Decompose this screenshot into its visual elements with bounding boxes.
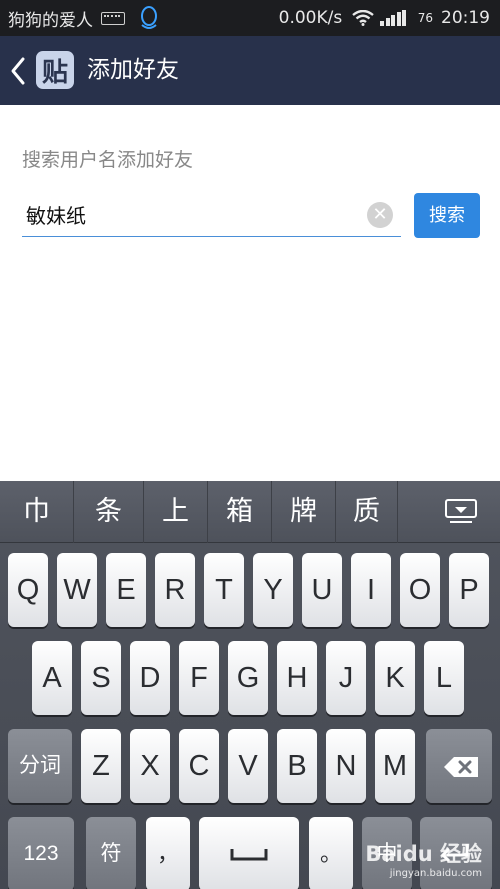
space-icon bbox=[230, 849, 268, 861]
key-p[interactable]: P bbox=[449, 553, 489, 627]
key-t[interactable]: T bbox=[204, 553, 244, 627]
soft-keyboard: 巾 条 上 箱 牌 质 Q W E R T Y U I O P A S D F … bbox=[0, 481, 500, 889]
key-w[interactable]: W bbox=[57, 553, 97, 627]
key-n[interactable]: N bbox=[326, 729, 366, 803]
key-d[interactable]: D bbox=[130, 641, 170, 715]
backspace-icon bbox=[444, 757, 478, 777]
segment-key[interactable]: 分词 bbox=[8, 729, 72, 803]
comma-key[interactable]: ， bbox=[146, 817, 190, 889]
back-icon[interactable] bbox=[8, 56, 28, 86]
key-e[interactable]: E bbox=[106, 553, 146, 627]
clear-icon[interactable]: ✕ bbox=[367, 202, 393, 228]
key-a[interactable]: A bbox=[32, 641, 72, 715]
key-l[interactable]: L bbox=[424, 641, 464, 715]
qq-penguin-icon bbox=[141, 6, 157, 29]
key-x[interactable]: X bbox=[130, 729, 170, 803]
key-k[interactable]: K bbox=[375, 641, 415, 715]
key-z[interactable]: Z bbox=[81, 729, 121, 803]
search-field[interactable]: ✕ bbox=[22, 194, 401, 237]
search-input[interactable] bbox=[22, 194, 352, 234]
app-header: 贴 添加好友 bbox=[0, 36, 500, 105]
search-hint-label: 搜索用户名添加好友 bbox=[22, 149, 194, 171]
candidate-item[interactable]: 牌 bbox=[272, 481, 336, 543]
key-f[interactable]: F bbox=[179, 641, 219, 715]
key-j[interactable]: J bbox=[326, 641, 366, 715]
notification-title: 狗狗的爱人 bbox=[8, 10, 93, 31]
status-bar: 狗狗的爱人 0.00K/s 76 20:19 bbox=[0, 0, 500, 36]
key-b[interactable]: B bbox=[277, 729, 317, 803]
search-button[interactable]: 搜索 bbox=[414, 193, 480, 238]
key-o[interactable]: O bbox=[400, 553, 440, 627]
candidate-item[interactable]: 条 bbox=[74, 481, 144, 543]
candidate-item[interactable]: 巾 bbox=[0, 481, 74, 543]
battery-level: 76 bbox=[417, 11, 433, 25]
key-r[interactable]: R bbox=[155, 553, 195, 627]
key-y[interactable]: Y bbox=[253, 553, 293, 627]
clock: 20:19 bbox=[441, 8, 490, 28]
candidate-bar: 巾 条 上 箱 牌 质 bbox=[0, 481, 500, 543]
period-key[interactable]: 。 bbox=[309, 817, 353, 889]
key-g[interactable]: G bbox=[228, 641, 268, 715]
key-u[interactable]: U bbox=[302, 553, 342, 627]
key-i[interactable]: I bbox=[351, 553, 391, 627]
keyboard-collapse-icon[interactable] bbox=[444, 497, 478, 525]
candidate-item[interactable]: 箱 bbox=[208, 481, 272, 543]
candidate-item[interactable]: 上 bbox=[144, 481, 208, 543]
key-v[interactable]: V bbox=[228, 729, 268, 803]
keyboard-icon bbox=[101, 11, 125, 25]
key-h[interactable]: H bbox=[277, 641, 317, 715]
key-m[interactable]: M bbox=[375, 729, 415, 803]
symbols-key[interactable]: 符 bbox=[86, 817, 136, 889]
baidu-jingyan-watermark: Baidu 经验 jingyan.baidu.com bbox=[365, 842, 482, 879]
page-title: 添加好友 bbox=[87, 57, 179, 83]
network-speed: 0.00K/s bbox=[278, 8, 343, 28]
wifi-icon bbox=[352, 10, 374, 26]
backspace-key[interactable] bbox=[426, 729, 492, 803]
space-key[interactable] bbox=[199, 817, 299, 889]
numbers-key[interactable]: 123 bbox=[8, 817, 74, 889]
key-c[interactable]: C bbox=[179, 729, 219, 803]
key-q[interactable]: Q bbox=[8, 553, 48, 627]
tieba-logo-icon[interactable]: 贴 bbox=[36, 51, 74, 89]
signal-icon bbox=[380, 10, 408, 26]
candidate-item[interactable]: 质 bbox=[336, 481, 398, 543]
key-s[interactable]: S bbox=[81, 641, 121, 715]
